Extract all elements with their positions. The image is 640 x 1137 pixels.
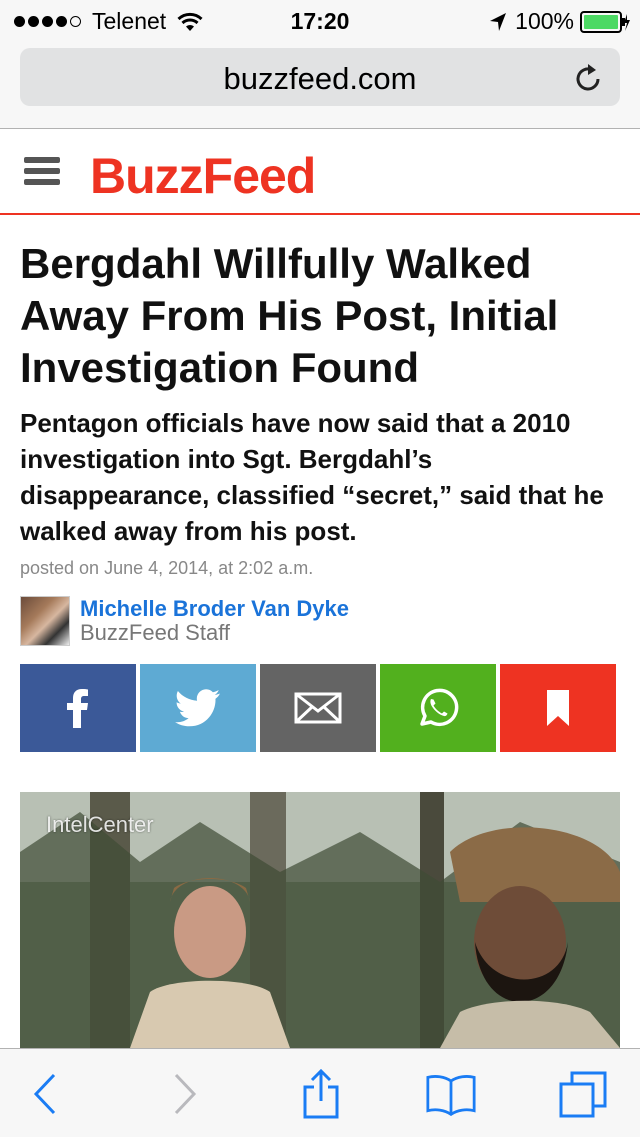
share-icon: [303, 1069, 339, 1119]
forward-button[interactable]: [160, 1071, 210, 1117]
photo-watermark: IntelCenter: [46, 812, 154, 837]
tabs-icon: [559, 1071, 607, 1118]
status-bar: Telenet 17:20 100%: [0, 0, 640, 40]
share-button[interactable]: [296, 1069, 346, 1119]
author-avatar[interactable]: [20, 596, 70, 646]
email-share-button[interactable]: [260, 664, 376, 752]
author-name-link[interactable]: Michelle Broder Van Dyke: [80, 596, 349, 622]
bookmarks-icon: [426, 1075, 476, 1116]
battery-icon: [580, 10, 630, 33]
article-headline: Bergdahl Willfully Walked Away From His …: [20, 240, 559, 391]
article-photo[interactable]: IntelCenter: [20, 792, 620, 1048]
buzzfeed-logo[interactable]: BuzzFeed: [90, 147, 316, 205]
facebook-icon: [67, 689, 88, 728]
safari-toolbar: [0, 1048, 640, 1137]
posted-date: posted on June 4, 2014, at 2:02 a.m.: [20, 558, 314, 578]
share-buttons: [20, 664, 616, 752]
reload-icon[interactable]: [574, 62, 604, 94]
bookmark-icon: [547, 690, 569, 726]
email-icon: [294, 692, 342, 724]
back-icon: [33, 1073, 56, 1115]
bookmarks-button[interactable]: [426, 1071, 476, 1117]
article-dek: Pentagon officials have now said that a …: [20, 408, 604, 546]
twitter-share-button[interactable]: [140, 664, 256, 752]
hamburger-menu-icon[interactable]: [24, 157, 60, 187]
whatsapp-share-button[interactable]: [380, 664, 496, 752]
status-right: 100%: [489, 8, 630, 35]
browser-bar: buzzfeed.com: [0, 40, 640, 129]
forward-icon: [174, 1073, 197, 1115]
battery-percentage: 100%: [515, 8, 574, 34]
location-arrow-icon: [490, 12, 507, 31]
bookmark-share-button[interactable]: [500, 664, 616, 752]
whatsapp-icon: [420, 688, 459, 727]
site-header: BuzzFeed: [0, 129, 640, 215]
tabs-button[interactable]: [558, 1071, 608, 1118]
twitter-icon: [175, 689, 220, 727]
facebook-share-button[interactable]: [20, 664, 136, 752]
back-button[interactable]: [20, 1071, 70, 1117]
url-text[interactable]: buzzfeed.com: [20, 61, 620, 97]
author-role: BuzzFeed Staff: [80, 620, 231, 645]
address-bar[interactable]: buzzfeed.com: [20, 48, 620, 106]
